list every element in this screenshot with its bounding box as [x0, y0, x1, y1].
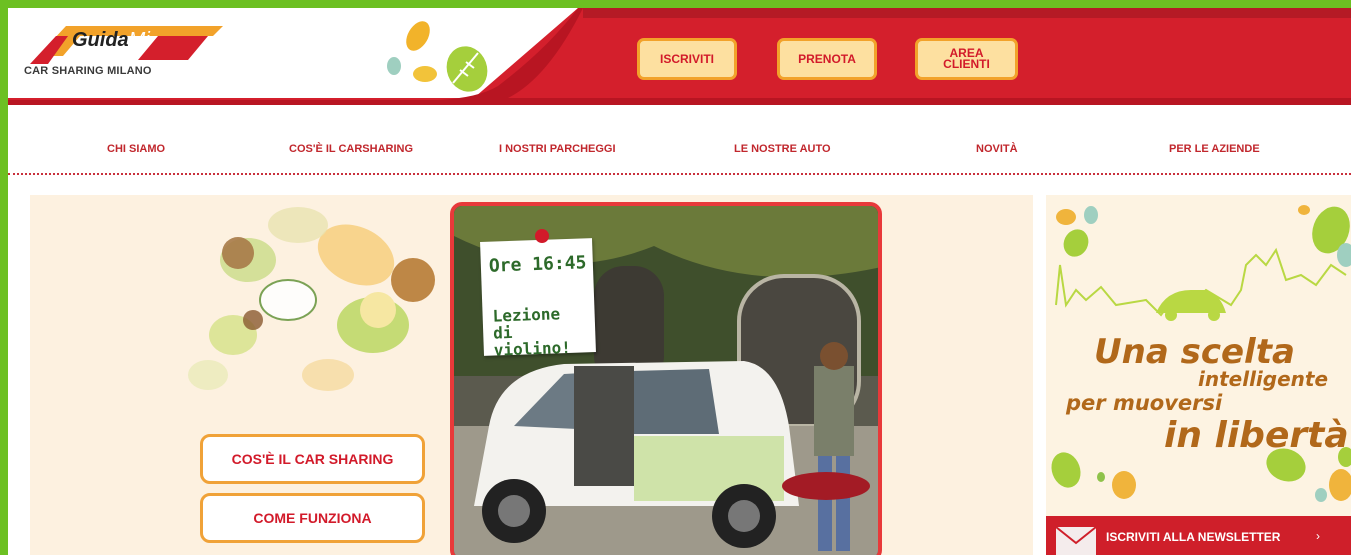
newsletter-button[interactable]: ISCRIVITI ALLA NEWSLETTER › — [1046, 516, 1351, 555]
pin-icon — [535, 229, 549, 243]
leaf-decoration — [188, 207, 435, 391]
logo-subtitle: CAR SHARING MILANO — [24, 65, 152, 77]
what-is-carsharing-button[interactable]: COS'È IL CAR SHARING — [200, 434, 425, 484]
signup-button[interactable]: ISCRIVITI — [637, 38, 737, 80]
nav-item-chi-siamo[interactable]: CHI SIAMO — [107, 143, 165, 155]
hero-photo: Ore 16:45 Lezione di violino! — [450, 202, 882, 555]
page-frame: GuidaMi CAR SHARING MILANO ISCRIVITI PRE… — [8, 8, 1351, 555]
sticky-note: Ore 16:45 Lezione di violino! — [480, 238, 596, 360]
nav-item-novita[interactable]: NOVITÀ — [976, 143, 1018, 155]
main-nav: CHI SIAMO COS'È IL CARSHARING I NOSTRI P… — [8, 113, 1351, 175]
chevron-right-icon: › — [1316, 529, 1320, 543]
logo-brand-a: Guida — [72, 29, 129, 51]
book-button[interactable]: PRENOTA — [777, 38, 877, 80]
ad-slogan-line1: Una scelta — [1094, 332, 1295, 372]
ad-slogan-line4: in libertà — [1164, 415, 1349, 456]
logo-brand-b: Mi — [128, 29, 150, 51]
ad-slogan-line2: intelligente — [1198, 367, 1329, 391]
how-it-works-button[interactable]: COME FUNZIONA — [200, 493, 425, 543]
nav-item-aziende[interactable]: PER LE AZIENDE — [1169, 143, 1260, 155]
customer-area-button[interactable]: AREA CLIENTI — [915, 38, 1018, 80]
side-ad[interactable]: Una scelta intelligente per muoversi in … — [1046, 195, 1351, 555]
customer-area-line2: CLIENTI — [943, 57, 990, 71]
ad-slogan-line3: per muoversi — [1066, 391, 1223, 415]
logo-wordmark[interactable]: GuidaMi — [72, 29, 150, 52]
newsletter-label: ISCRIVITI ALLA NEWSLETTER — [1106, 530, 1281, 544]
note-time: Ore 16:45 — [488, 252, 587, 277]
site-header: GuidaMi CAR SHARING MILANO ISCRIVITI PRE… — [8, 8, 1351, 113]
nav-item-parcheggi[interactable]: I NOSTRI PARCHEGGI — [499, 143, 616, 155]
note-line2: di violino! — [492, 322, 572, 360]
nav-item-cose-carsharing[interactable]: COS'È IL CARSHARING — [289, 143, 413, 155]
note-text: Lezione di violino! — [492, 304, 596, 359]
envelope-icon — [1055, 526, 1097, 555]
nav-item-auto[interactable]: LE NOSTRE AUTO — [734, 143, 831, 155]
